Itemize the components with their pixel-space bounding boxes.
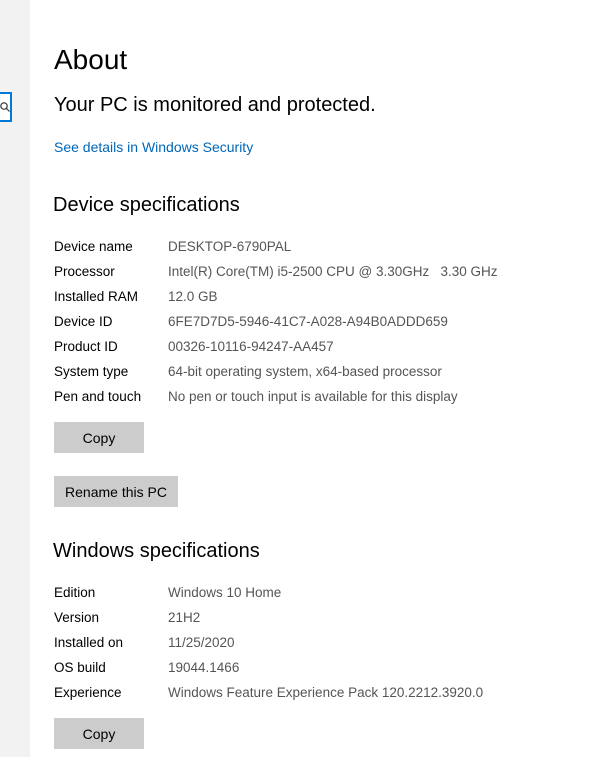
spec-label: Installed on — [54, 635, 124, 650]
spec-label: Installed RAM — [54, 289, 139, 304]
windows-specs-title: Windows specifications — [53, 540, 260, 562]
spec-value: 12.0 GB — [168, 289, 218, 304]
spec-value: 00326-10116-94247-AA457 — [168, 339, 334, 354]
spec-value: 19044.1466 — [168, 660, 240, 675]
rename-pc-button[interactable]: Rename this PC — [54, 476, 178, 507]
device-specs-table: Device name DESKTOP-6790PAL Processor In… — [54, 234, 498, 409]
spec-row-product-id: Product ID 00326-10116-94247-AA457 — [54, 334, 498, 359]
spec-value: 6FE7D7D5-5946-41C7-A028-A94B0ADDD659 — [168, 314, 448, 329]
spec-row-installed-ram: Installed RAM 12.0 GB — [54, 284, 498, 309]
spec-label: Pen and touch — [54, 389, 142, 404]
page-title: About — [54, 44, 128, 75]
spec-label: Device ID — [54, 314, 113, 329]
spec-row-edition: Edition Windows 10 Home — [54, 580, 483, 605]
spec-row-device-id: Device ID 6FE7D7D5-5946-41C7-A028-A94B0A… — [54, 309, 498, 334]
spec-label: Edition — [54, 585, 96, 600]
spec-label: System type — [54, 364, 129, 379]
spec-label: Device name — [54, 239, 133, 254]
spec-row-pen-and-touch: Pen and touch No pen or touch input is a… — [54, 384, 498, 409]
spec-value: No pen or touch input is available for t… — [168, 389, 458, 404]
copy-device-specs-button[interactable]: Copy — [54, 422, 144, 453]
spec-label: Experience — [54, 685, 122, 700]
device-specs-title: Device specifications — [53, 194, 240, 216]
spec-row-installed-on: Installed on 11/25/2020 — [54, 630, 483, 655]
spec-label: Version — [54, 610, 100, 625]
spec-label: Processor — [54, 264, 115, 279]
search-icon — [0, 102, 10, 112]
windows-specs-table: Edition Windows 10 Home Version 21H2 Ins… — [54, 580, 483, 705]
spec-row-device-name: Device name DESKTOP-6790PAL — [54, 234, 498, 259]
navigation-pane — [0, 0, 30, 757]
spec-row-processor: Processor Intel(R) Core(TM) i5-2500 CPU … — [54, 259, 498, 284]
copy-windows-specs-button[interactable]: Copy — [54, 718, 144, 749]
spec-row-os-build: OS build 19044.1466 — [54, 655, 483, 680]
spec-value: Windows Feature Experience Pack 120.2212… — [168, 685, 484, 700]
spec-value: 11/25/2020 — [168, 635, 235, 650]
spec-label: OS build — [54, 660, 106, 675]
spec-value: 21H2 — [168, 610, 201, 625]
spec-row-system-type: System type 64-bit operating system, x64… — [54, 359, 498, 384]
spec-row-version: Version 21H2 — [54, 605, 483, 630]
spec-value: Windows 10 Home — [168, 585, 282, 600]
spec-value: Intel(R) Core(TM) i5-2500 CPU @ 3.30GHz … — [168, 264, 498, 279]
windows-security-link[interactable]: See details in Windows Security — [54, 138, 253, 156]
spec-label: Product ID — [54, 339, 118, 354]
spec-row-experience: Experience Windows Feature Experience Pa… — [54, 680, 483, 705]
settings-window: About Your PC is monitored and protected… — [0, 0, 604, 757]
protection-status: Your PC is monitored and protected. — [54, 94, 376, 116]
spec-value: DESKTOP-6790PAL — [168, 239, 292, 254]
spec-value: 64-bit operating system, x64-based proce… — [168, 364, 442, 379]
search-box[interactable] — [0, 92, 12, 122]
